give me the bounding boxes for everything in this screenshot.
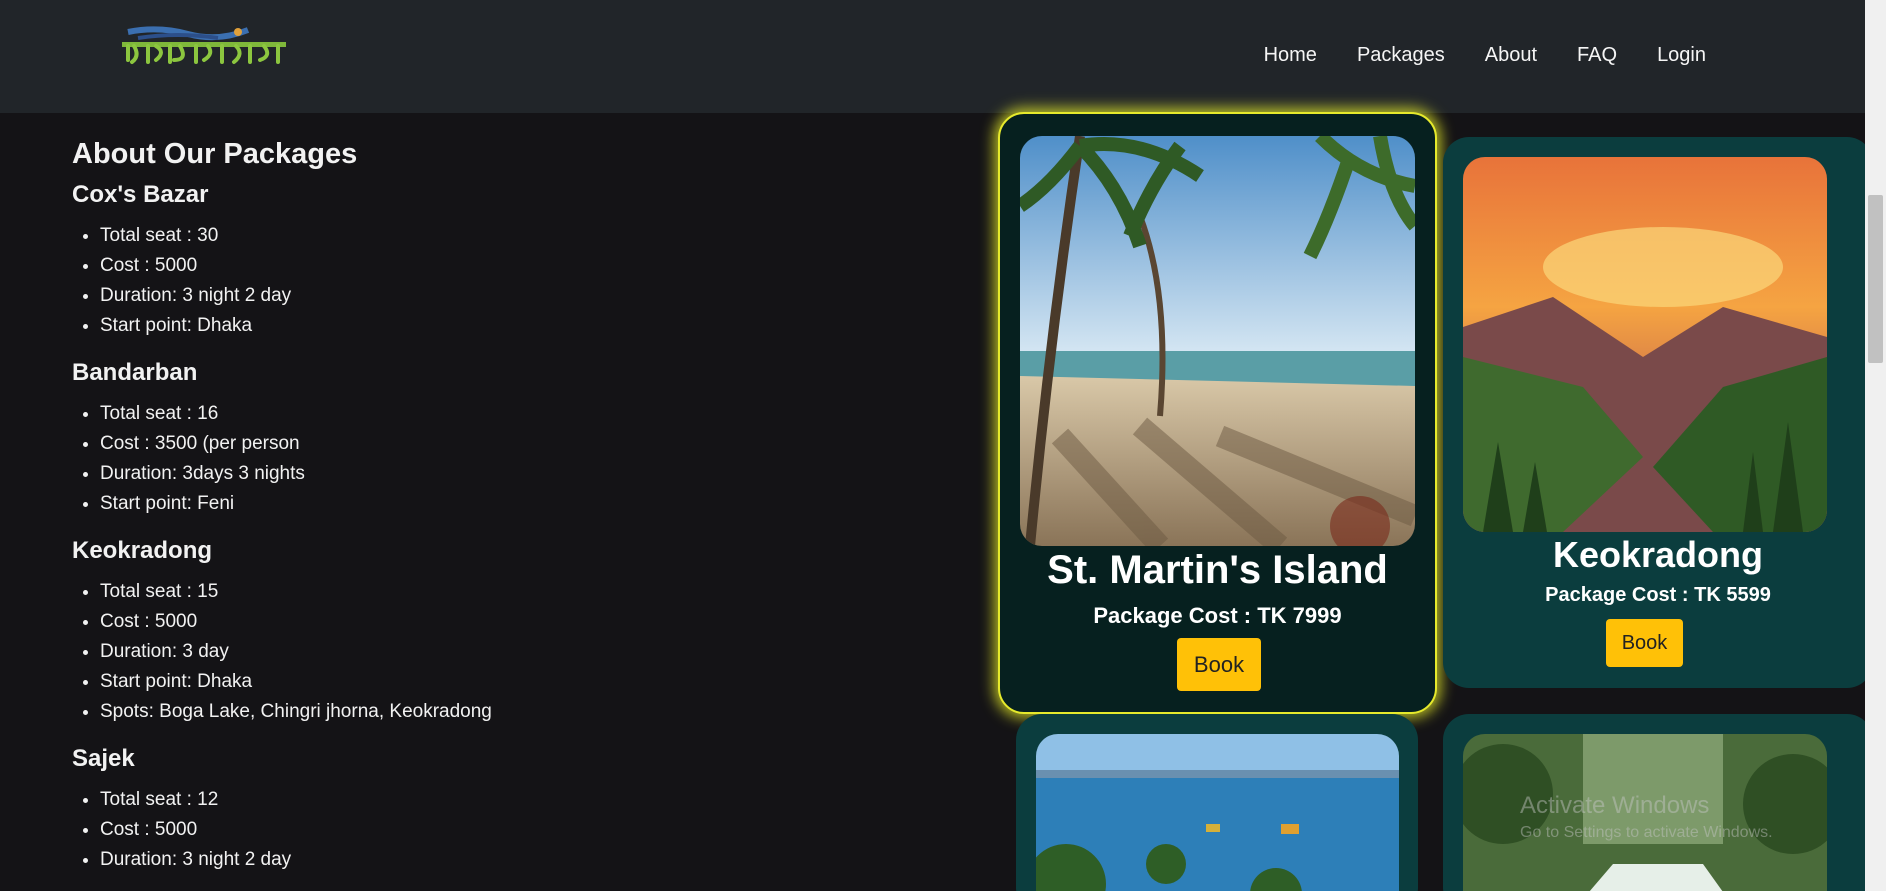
mountain-sunset-photo [1463,157,1827,532]
list-item: Duration: 3days 3 nights [100,459,972,489]
list-item: Total seat : 16 [100,399,972,429]
list-item: Cost : 5000 [100,815,972,845]
book-button[interactable]: Book [1606,619,1683,667]
lake-photo [1036,734,1399,891]
nav-about[interactable]: About [1485,44,1537,67]
package-card-lake[interactable] [1016,714,1418,891]
navbar: Home Packages About FAQ Login [0,0,1865,113]
card-package-cost: Package Cost : TK 7999 [1093,603,1342,628]
book-button[interactable]: Book [1177,638,1261,691]
about-packages-section: About Our Packages Cox's Bazar Total sea… [72,138,972,891]
site-logo[interactable] [118,24,288,70]
package-title: Cox's Bazar [72,181,209,208]
nav-faq[interactable]: FAQ [1577,44,1617,67]
package-details-list: Total seat : 12 Cost : 5000 Duration: 3 … [100,785,972,875]
card-title: Keokradong [1552,534,1764,575]
list-item: Spots: Boga Lake, Chingri jhorna, Keokra… [100,697,972,727]
list-item: Cost : 5000 [100,607,972,637]
package-details-list: Total seat : 30 Cost : 5000 Duration: 3 … [100,221,972,341]
watermark-title: Activate Windows [1520,792,1710,819]
package-title: Bandarban [72,359,198,386]
package-title: Sajek [72,745,135,772]
package-details-list: Total seat : 16 Cost : 3500 (per person … [100,399,972,519]
scrollbar-thumb[interactable] [1868,195,1883,363]
list-item: Duration: 3 night 2 day [100,845,972,875]
card-title: St. Martin's Island [1047,548,1388,592]
package-details-list: Total seat : 15 Cost : 5000 Duration: 3 … [100,577,972,727]
nav-login[interactable]: Login [1657,44,1706,67]
package-title: Keokradong [72,537,213,564]
list-item: Start point: Dhaka [100,311,972,341]
activate-windows-watermark: Activate Windows Go to Settings to activ… [1520,792,1773,842]
nav-packages[interactable]: Packages [1357,44,1445,67]
list-item: Cost : 3500 (per person [100,429,972,459]
nav-home[interactable]: Home [1264,44,1317,67]
about-title: About Our Packages [72,138,358,170]
list-item: Total seat : 12 [100,785,972,815]
card-package-cost: Package Cost : TK 5599 [1545,584,1771,606]
list-item: Duration: 3 day [100,637,972,667]
package-card-st-martins[interactable]: St. Martin's Island Package Cost : TK 79… [998,112,1437,714]
list-item: Start point: Feni [100,489,972,519]
list-item: Cost : 5000 [100,251,972,281]
watermark-subtitle: Go to Settings to activate Windows. [1520,824,1773,841]
list-item: Total seat : 30 [100,221,972,251]
nav-links: Home Packages About FAQ Login [1264,44,1706,67]
list-item: Duration: 3 night 2 day [100,281,972,311]
vertical-scrollbar[interactable] [1865,0,1886,891]
package-card-keokradong[interactable]: Keokradong Package Cost : TK 5599 Book [1443,137,1873,688]
list-item: Total seat : 15 [100,577,972,607]
beach-photo [1020,136,1415,546]
list-item: Start point: Dhaka [100,667,972,697]
